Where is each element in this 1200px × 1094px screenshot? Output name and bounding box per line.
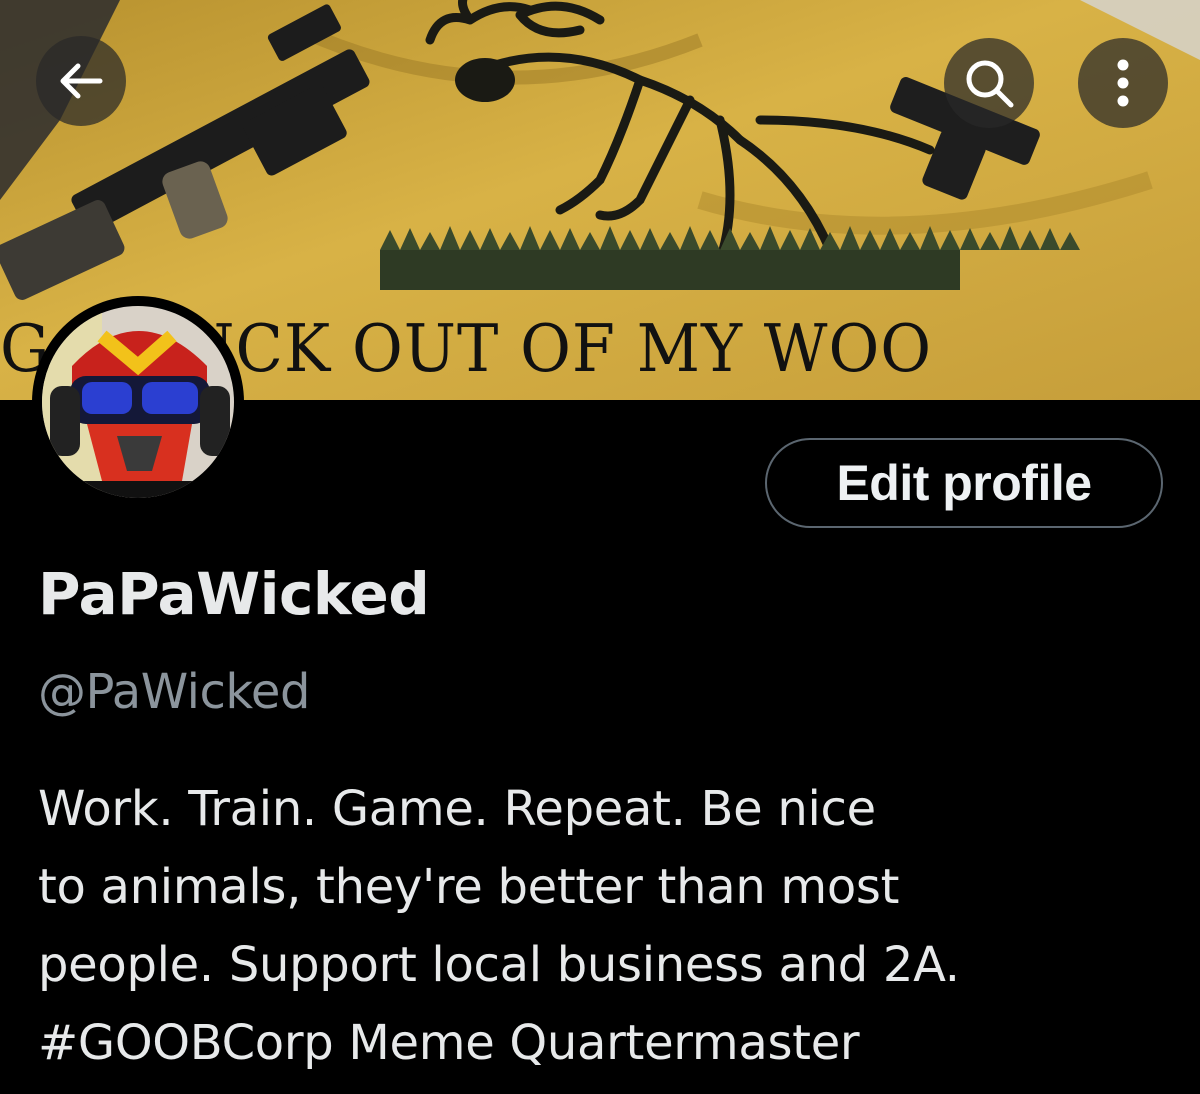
bio-line: Work. Train. Game. Repeat. Be nice xyxy=(38,781,876,837)
search-button[interactable] xyxy=(944,38,1034,128)
arrow-left-icon xyxy=(60,63,103,99)
profile-bio: Work. Train. Game. Repeat. Be nice to an… xyxy=(38,770,1158,1082)
back-button[interactable] xyxy=(36,36,126,126)
avatar-image xyxy=(42,306,234,498)
bio-line: people. Support local business and 2A. xyxy=(38,937,960,993)
more-options-button[interactable] xyxy=(1078,38,1168,128)
more-vertical-icon xyxy=(1117,59,1129,107)
bio-line-hashtag[interactable]: #GOOBCorp Meme Quartermaster xyxy=(38,1004,1158,1082)
edit-profile-button[interactable]: Edit profile xyxy=(765,438,1163,528)
bio-line: to animals, they're better than most xyxy=(38,859,900,915)
profile-page: G E FUCK OUT OF MY WOO Edit profile PaPa… xyxy=(0,0,1200,1094)
profile-display-name: PaPaWicked xyxy=(38,560,430,628)
search-icon xyxy=(966,60,1014,108)
avatar[interactable] xyxy=(32,296,244,508)
profile-handle: @PaWicked xyxy=(38,664,310,720)
